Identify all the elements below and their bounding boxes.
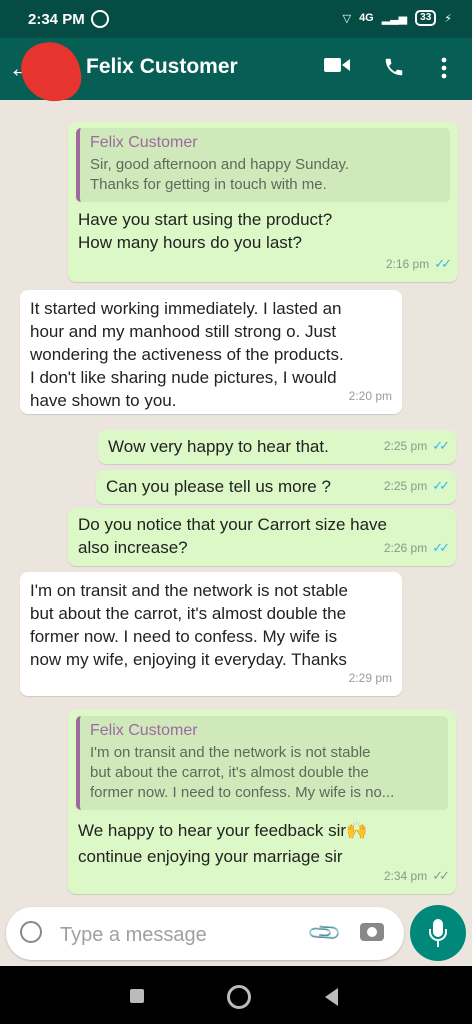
- message-time: 2:26 pm: [383, 541, 428, 555]
- message-text: Wow very happy to hear that.: [108, 437, 329, 456]
- message-input[interactable]: [58, 921, 262, 949]
- quoted-message[interactable]: Felix Customer I'm on transit and the ne…: [76, 716, 448, 810]
- voice-record-button[interactable]: [410, 905, 466, 961]
- message-text: Can you please tell us more ?: [106, 477, 331, 496]
- status-bar: 2:34 PM ▽ 4G ▂▃▅ 33 ⚡: [0, 0, 472, 38]
- message-meta: 2:25 pm ✓✓: [383, 474, 450, 498]
- avatar[interactable]: [16, 36, 86, 108]
- home-button[interactable]: [227, 985, 251, 1009]
- message-line: Have you start using the product?: [78, 210, 333, 229]
- message-incoming[interactable]: It started working immediately. I lasted…: [20, 290, 402, 414]
- contact-name[interactable]: Felix Customer: [86, 55, 238, 79]
- system-navigation-bar: [0, 966, 472, 1024]
- message-line: It started working immediately. I lasted…: [30, 299, 342, 318]
- message-line: I'm on transit and the network is not st…: [30, 581, 348, 600]
- chat-header: ← Felix Customer: [0, 36, 472, 108]
- voice-call-icon[interactable]: [383, 56, 405, 78]
- message-line: We happy to hear your feedback sir🙌: [78, 821, 368, 840]
- quoted-text-line: Thanks for getting in touch with me.: [90, 176, 327, 193]
- message-outgoing[interactable]: Can you please tell us more ? 2:25 pm ✓✓: [96, 470, 456, 504]
- quoted-text-line: former now. I need to confess. My wife i…: [90, 784, 395, 801]
- message-line: How many hours do you last?: [78, 233, 302, 252]
- message-line: have shown to you.: [30, 391, 177, 410]
- message-time: 2:34 pm: [383, 869, 428, 883]
- delivered-receipt-icon: ✓✓: [432, 868, 450, 883]
- quoted-message[interactable]: Felix Customer Sir, good afternoon and h…: [76, 128, 450, 202]
- network-type: 4G: [359, 12, 374, 24]
- battery-level: 33: [415, 10, 437, 26]
- message-text: Do you notice that your Carrort size hav…: [78, 513, 387, 559]
- wifi-icon: ▽: [342, 12, 352, 25]
- message-time: 2:20 pm: [348, 389, 392, 403]
- read-receipt-icon: ✓✓: [432, 438, 450, 453]
- recent-apps-button[interactable]: [130, 989, 144, 1003]
- more-options-icon[interactable]: [440, 56, 448, 80]
- message-composer: 📎: [6, 907, 404, 960]
- read-receipt-icon: ✓✓: [434, 256, 452, 271]
- back-button[interactable]: [325, 988, 338, 1006]
- video-call-icon[interactable]: [324, 56, 350, 74]
- message-line: former now. I need to confess. My wife i…: [30, 627, 338, 646]
- read-receipt-icon: ✓✓: [432, 478, 450, 493]
- message-line: but about the carrot, it's almost double…: [30, 604, 347, 623]
- message-line: wondering the activeness of the products…: [30, 345, 344, 364]
- read-receipt-icon: ✓✓: [432, 540, 450, 555]
- signal-icon: ▂▃▅: [381, 12, 408, 25]
- quoted-text-line: Sir, good afternoon and happy Sunday.: [90, 156, 350, 173]
- message-incoming[interactable]: I'm on transit and the network is not st…: [20, 572, 402, 696]
- message-meta: 2:25 pm ✓✓: [383, 434, 450, 458]
- quoted-text-line: but about the carrot, it's almost double…: [90, 764, 369, 781]
- message-text: I'm on transit and the network is not st…: [30, 579, 348, 671]
- message-line: hour and my manhood still strong o. Just: [30, 322, 337, 341]
- message-line: I don't like sharing nude pictures, I wo…: [30, 368, 337, 387]
- camera-icon[interactable]: [360, 923, 384, 941]
- whatsapp-notification-icon: [91, 10, 109, 28]
- message-time: 2:16 pm: [385, 257, 430, 271]
- message-line: also increase?: [78, 538, 188, 557]
- message-outgoing[interactable]: Felix Customer Sir, good afternoon and h…: [68, 122, 458, 282]
- status-icons: ▽ 4G ▂▃▅ 33 ⚡: [343, 10, 452, 26]
- emoji-icon[interactable]: [20, 921, 42, 943]
- message-line: continue enjoying your marriage sir: [78, 847, 343, 866]
- message-outgoing[interactable]: Do you notice that your Carrort size hav…: [68, 508, 456, 566]
- chat-area[interactable]: Felix Customer Sir, good afternoon and h…: [0, 100, 472, 906]
- message-text: Have you start using the product? How ma…: [78, 208, 332, 254]
- message-outgoing[interactable]: Felix Customer I'm on transit and the ne…: [68, 710, 456, 894]
- message-meta: 2:26 pm ✓✓: [383, 536, 450, 560]
- charging-icon: ⚡: [444, 12, 452, 25]
- message-meta: 2:16 pm ✓✓: [385, 252, 452, 276]
- message-time: 2:25 pm: [383, 479, 428, 493]
- message-time: 2:25 pm: [383, 439, 428, 453]
- microphone-icon-stand: [437, 941, 439, 947]
- message-line: now my wife, enjoying it everyday. Thank…: [30, 650, 347, 669]
- message-text: It started working immediately. I lasted…: [30, 297, 344, 412]
- message-line: Do you notice that your Carrort size hav…: [78, 515, 387, 534]
- message-time: 2:29 pm: [348, 671, 392, 685]
- quoted-sender: Felix Customer: [90, 722, 198, 739]
- message-meta: 2:34 pm ✓✓: [383, 864, 450, 888]
- attach-icon[interactable]: 📎: [305, 914, 343, 952]
- status-time: 2:34 PM: [28, 11, 85, 28]
- quoted-text-line: I'm on transit and the network is not st…: [90, 744, 371, 761]
- microphone-icon-base: [429, 929, 447, 941]
- message-outgoing[interactable]: Wow very happy to hear that. 2:25 pm ✓✓: [98, 430, 456, 464]
- quoted-sender: Felix Customer: [90, 134, 198, 151]
- message-text: We happy to hear your feedback sir🙌 cont…: [78, 818, 367, 870]
